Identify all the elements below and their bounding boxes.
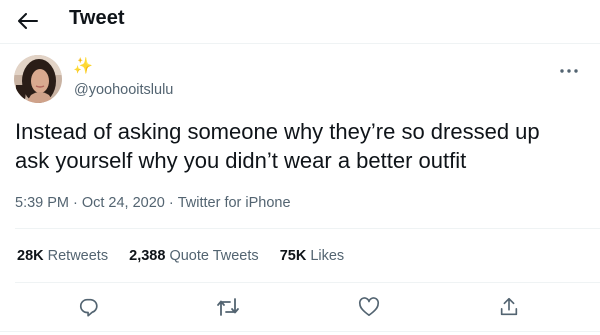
tweet-metadata: 5:39 PM · Oct 24, 2020 · Twitter for iPhone (15, 195, 291, 211)
tweet-date[interactable]: Oct 24, 2020 (82, 195, 165, 211)
retweet-button[interactable] (211, 292, 245, 322)
quote-tweets-count: 2,388 (129, 248, 166, 264)
like-icon (358, 297, 380, 316)
meta-separator: · (168, 195, 174, 211)
retweet-icon (217, 298, 239, 316)
quote-tweets-label: Quote Tweets (169, 248, 259, 264)
display-name[interactable]: ✨ (73, 58, 93, 76)
retweets-label: Retweets (47, 248, 109, 264)
share-icon (500, 297, 518, 316)
tweet-text: Instead of asking someone why they’re so… (15, 117, 585, 175)
tweet-source[interactable]: Twitter for iPhone (178, 195, 291, 211)
more-options-button[interactable] (557, 64, 581, 78)
like-button[interactable] (352, 292, 386, 322)
user-handle[interactable]: @yoohooitslulu (74, 82, 173, 98)
tweet-header: Tweet (0, 0, 600, 44)
avatar[interactable] (14, 55, 62, 103)
tweet-text-line-1: Instead of asking someone why they’re so… (15, 119, 540, 144)
page-title: Tweet (69, 7, 125, 29)
header-divider (0, 43, 600, 44)
actions-divider (0, 331, 600, 332)
likes-label: Likes (310, 248, 345, 264)
reply-icon (79, 298, 98, 317)
share-button[interactable] (492, 292, 526, 322)
likes-count: 75K (279, 248, 307, 264)
retweets-stat[interactable]: 28K Retweets (17, 248, 108, 264)
profile-photo (14, 55, 62, 103)
retweets-count: 28K (17, 248, 44, 264)
meta-separator: · (73, 195, 78, 211)
arrow-left-icon (18, 13, 38, 29)
tweet-actions (0, 292, 600, 322)
likes-stat[interactable]: 75K Likes (280, 248, 345, 264)
more-horizontal-icon (560, 69, 578, 73)
back-button[interactable] (13, 8, 43, 34)
reply-button[interactable] (72, 292, 106, 322)
quote-tweets-stat[interactable]: 2,388 Quote Tweets (129, 248, 259, 264)
tweet-time[interactable]: 5:39 PM (15, 195, 69, 211)
stats-divider-top (15, 228, 600, 229)
stats-divider-bottom (15, 282, 600, 283)
tweet-text-line-2: ask yourself why you didn’t wear a bette… (15, 148, 467, 173)
tweet-stats: 28K Retweets 2,388 Quote Tweets 75K Like… (17, 248, 361, 264)
